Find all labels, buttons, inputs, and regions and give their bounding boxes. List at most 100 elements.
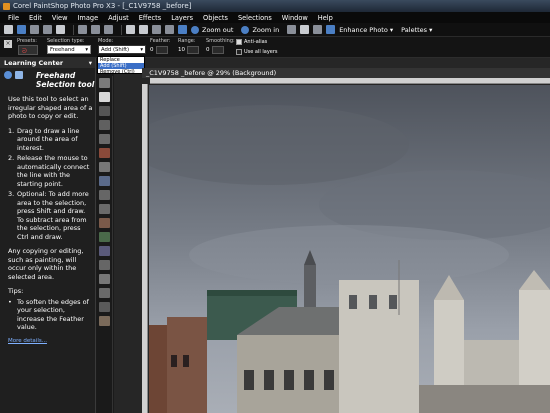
tips-label: Tips:: [8, 287, 24, 295]
use-all-layers-checkbox[interactable]: Use all layers: [236, 49, 278, 55]
chevron-down-icon: ▾: [140, 47, 143, 53]
use-all-layers-label: Use all layers: [244, 49, 278, 55]
range-dial[interactable]: [187, 45, 199, 54]
cityscape-photo: [149, 85, 550, 413]
menu-edit[interactable]: Edit: [29, 14, 42, 22]
text-tool-icon[interactable]: [99, 274, 110, 284]
smoothing-value: 0: [206, 46, 210, 53]
smoothing-dial[interactable]: [211, 45, 224, 54]
image-window-title[interactable]: _C1V9758 _before @ 29% (Background): [142, 68, 550, 78]
list-item: 3. Optional: To add more area to the sele…: [8, 190, 94, 241]
tip-item: • To soften the edges of your selection, …: [8, 298, 94, 332]
eraser-tool-icon[interactable]: [99, 232, 110, 242]
red-eye-tool-icon[interactable]: [99, 148, 110, 158]
menu-bar: File Edit View Image Adjust Effects Laye…: [0, 12, 550, 23]
color-changer-tool-icon[interactable]: [99, 260, 110, 270]
menu-selections[interactable]: Selections: [238, 14, 272, 22]
paint-brush-tool-icon[interactable]: [99, 218, 110, 228]
mode-select[interactable]: Add (Shift) ▾: [98, 45, 146, 54]
fullscreen-icon[interactable]: [313, 25, 323, 34]
open-icon[interactable]: [17, 25, 26, 34]
paste-icon[interactable]: [139, 25, 148, 34]
crop-tool-icon[interactable]: [99, 120, 110, 130]
zoom-out-button[interactable]: Zoom out: [191, 25, 233, 34]
copy-icon[interactable]: [126, 25, 135, 34]
tip-text: To soften the edges of your selection, i…: [17, 297, 89, 332]
zoom-in-label: Zoom in: [252, 25, 280, 34]
freehand-selection-tool-icon[interactable]: [99, 92, 110, 102]
straighten-tool-icon[interactable]: [99, 134, 110, 144]
separator: [121, 24, 122, 35]
menu-view[interactable]: View: [52, 14, 68, 22]
dodge-tool-icon[interactable]: [99, 204, 110, 214]
clone-brush-tool-icon[interactable]: [99, 176, 110, 186]
resize-icon[interactable]: [165, 25, 174, 34]
mode-option-remove[interactable]: Remove (Ctrl): [98, 69, 144, 75]
enhance-photo-label: Enhance Photo: [339, 25, 388, 34]
close-icon[interactable]: ▾: [89, 58, 92, 68]
feather-dial[interactable]: [155, 45, 168, 54]
zoom-in-button[interactable]: Zoom in: [241, 25, 280, 34]
learning-center-title: Learning Center: [4, 59, 64, 67]
enhance-photo-menu[interactable]: Enhance Photo ▾: [339, 26, 393, 34]
shape-tool-icon[interactable]: [99, 288, 110, 298]
step-text: Optional: To add more area to the select…: [17, 190, 89, 241]
history-icon[interactable]: [104, 25, 113, 34]
more-details-link[interactable]: More details...: [8, 338, 47, 344]
anti-alias-checkbox[interactable]: Anti-alias: [236, 39, 267, 45]
new-icon[interactable]: [4, 25, 13, 34]
anti-alias-label: Anti-alias: [244, 39, 268, 45]
app-icon: [3, 2, 10, 10]
move-tool-icon[interactable]: [99, 106, 110, 116]
learning-center-header: Learning Center ▾: [0, 58, 95, 68]
feather-value: 0: [150, 46, 154, 53]
save-icon[interactable]: [30, 25, 39, 34]
home-icon[interactable]: [15, 71, 23, 79]
steps-list: 1. Drag to draw a line around the area of…: [8, 127, 94, 242]
menu-window[interactable]: Window: [282, 14, 308, 22]
warp-brush-tool-icon[interactable]: [99, 316, 110, 326]
bullet: •: [8, 297, 12, 306]
range-value: 10: [178, 46, 185, 53]
back-icon[interactable]: [4, 71, 12, 79]
close-options-icon[interactable]: ×: [4, 40, 12, 48]
tool-title: Freehand Selection tool: [36, 71, 94, 89]
print-icon[interactable]: [56, 25, 65, 34]
menu-adjust[interactable]: Adjust: [108, 14, 129, 22]
presets-dropdown[interactable]: ᘐ: [18, 45, 38, 55]
selection-type-select[interactable]: Freehand ▾: [47, 45, 91, 54]
smoothing-spinner[interactable]: 0: [206, 45, 232, 54]
step-number: 2.: [8, 154, 15, 162]
step-number: 3.: [8, 190, 15, 198]
menu-file[interactable]: File: [8, 14, 19, 22]
info-icon[interactable]: [178, 25, 187, 34]
pan-tool-icon[interactable]: [99, 78, 110, 88]
palettes-menu[interactable]: Palettes ▾: [401, 26, 432, 34]
actual-size-icon[interactable]: [300, 25, 310, 34]
feather-label: Feather:: [150, 38, 171, 44]
fit-icon[interactable]: [287, 25, 297, 34]
selection-type-label: Selection type:: [47, 38, 85, 44]
save-as-icon[interactable]: [43, 25, 52, 34]
pen-tool-icon[interactable]: [99, 302, 110, 312]
feather-spinner[interactable]: 0: [150, 45, 176, 54]
menu-help[interactable]: Help: [318, 14, 333, 22]
learning-body: Use this tool to select an irregular sha…: [8, 95, 94, 345]
menu-objects[interactable]: Objects: [203, 14, 228, 22]
scratch-remover-tool-icon[interactable]: [99, 190, 110, 200]
crop-icon[interactable]: [152, 25, 161, 34]
zoom-out-icon: [191, 25, 199, 34]
menu-layers[interactable]: Layers: [171, 14, 193, 22]
checkbox-box: [236, 39, 242, 45]
redo-icon[interactable]: [91, 25, 100, 34]
tool-title-line1: Freehand: [36, 71, 76, 80]
menu-image[interactable]: Image: [77, 14, 98, 22]
mode-label: Mode:: [98, 38, 114, 44]
flood-fill-tool-icon[interactable]: [99, 246, 110, 256]
menu-effects[interactable]: Effects: [139, 14, 161, 22]
photo-canvas[interactable]: [149, 85, 550, 413]
range-spinner[interactable]: 10: [178, 45, 204, 54]
undo-icon[interactable]: [78, 25, 87, 34]
standard-toolbar: Zoom out Zoom in Enhance Photo ▾ Palette…: [0, 23, 550, 37]
makeover-tool-icon[interactable]: [99, 162, 110, 172]
